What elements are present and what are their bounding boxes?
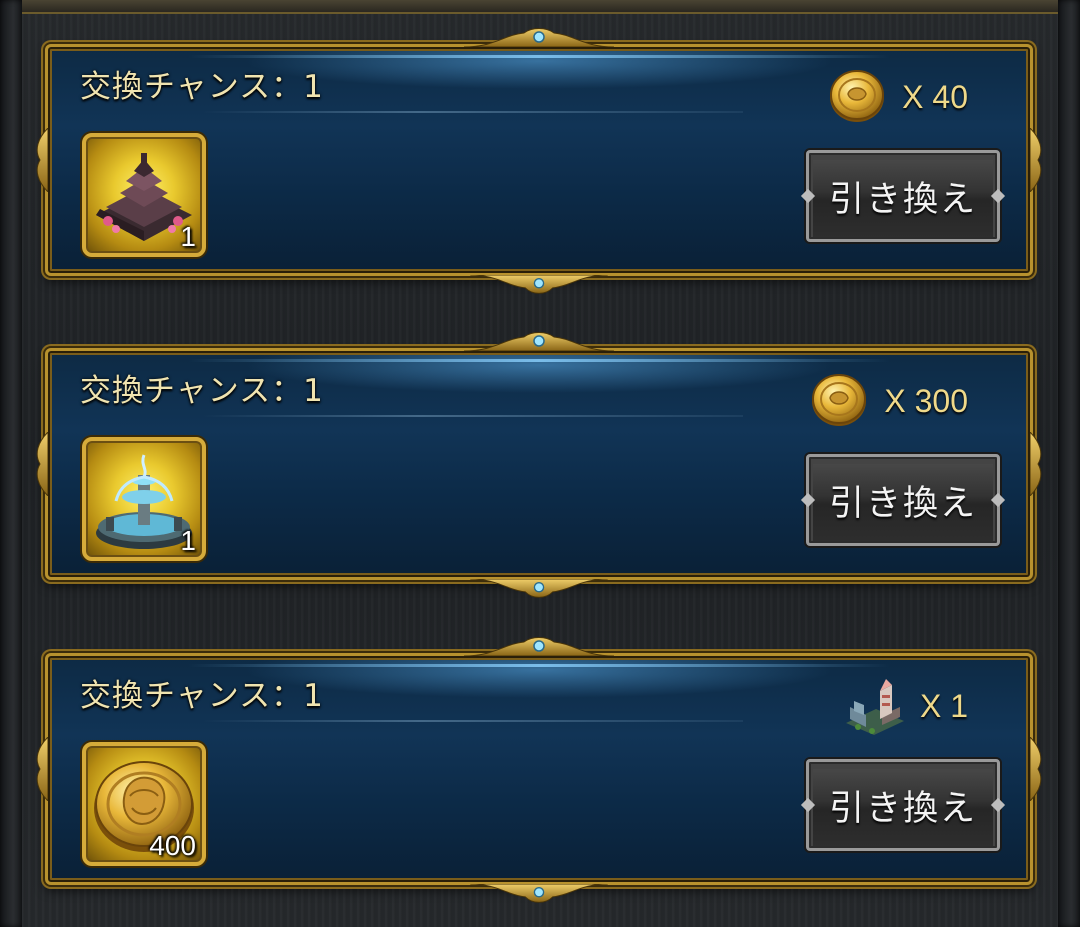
side-ornament-left-icon: [36, 432, 48, 496]
ornament-top-icon: [464, 332, 614, 351]
exchange-screen: 交換チャンス：1 X 40 1 引き換え 交換チャンス：1 X 300 1 引き…: [0, 0, 1080, 927]
ornament-bottom-icon: [470, 275, 608, 294]
cost-display: X 40: [826, 65, 968, 129]
reward-quantity: 1: [180, 221, 196, 252]
side-ornament-right-icon: [1030, 128, 1042, 192]
ornament-bottom-icon: [470, 884, 608, 903]
reward-quantity: 400: [149, 830, 196, 861]
title-divider: [203, 111, 743, 113]
tower-city-icon: [845, 679, 904, 735]
left-frame-rail: [0, 0, 22, 927]
cost-amount: X 40: [902, 78, 968, 115]
ornament-bottom-icon: [470, 579, 608, 598]
cost-display: X 300: [808, 369, 968, 433]
title-divider: [203, 720, 743, 722]
reward-item-slot[interactable]: 400: [82, 742, 206, 866]
reward-quantity: 1: [180, 525, 196, 556]
title-divider: [203, 415, 743, 417]
exchange-card-1: 交換チャンス：1 X 40 1 引き換え: [36, 28, 1042, 294]
exchange-button[interactable]: 引き換え: [806, 454, 1000, 546]
side-ornament-right-icon: [1030, 737, 1042, 801]
reward-item-slot[interactable]: 1: [82, 437, 206, 561]
side-ornament-left-icon: [36, 737, 48, 801]
gold-coin-icon: [812, 374, 867, 426]
exchange-chance-title: 交換チャンス：1: [80, 678, 324, 714]
reward-item-slot[interactable]: 1: [82, 133, 206, 257]
cost-amount: X 300: [884, 382, 968, 419]
card-glow: [188, 664, 890, 667]
card-glow: [188, 359, 890, 362]
exchange-button[interactable]: 引き換え: [806, 150, 1000, 242]
right-frame-rail: [1058, 0, 1080, 927]
exchange-button[interactable]: 引き換え: [806, 759, 1000, 851]
exchange-card-2: 交換チャンス：1 X 300 1 引き換え: [36, 332, 1042, 598]
exchange-button-label: 引き換え: [828, 788, 977, 829]
side-ornament-left-icon: [36, 128, 48, 192]
ornament-top-icon: [464, 28, 614, 47]
exchange-chance-title: 交換チャンス：1: [80, 373, 324, 409]
card-glow: [188, 55, 890, 58]
top-frame-rail: [22, 0, 1058, 14]
exchange-chance-title: 交換チャンス：1: [80, 69, 324, 105]
exchange-button-label: 引き換え: [828, 483, 977, 524]
exchange-button-label: 引き換え: [828, 179, 977, 220]
ornament-top-icon: [464, 637, 614, 656]
cost-display: X 1: [844, 674, 968, 738]
side-ornament-right-icon: [1030, 432, 1042, 496]
cost-amount: X 1: [919, 687, 968, 724]
exchange-card-3: 交換チャンス：1 X 1 400 引き換え: [36, 637, 1042, 903]
gold-coin-icon: [830, 70, 885, 122]
